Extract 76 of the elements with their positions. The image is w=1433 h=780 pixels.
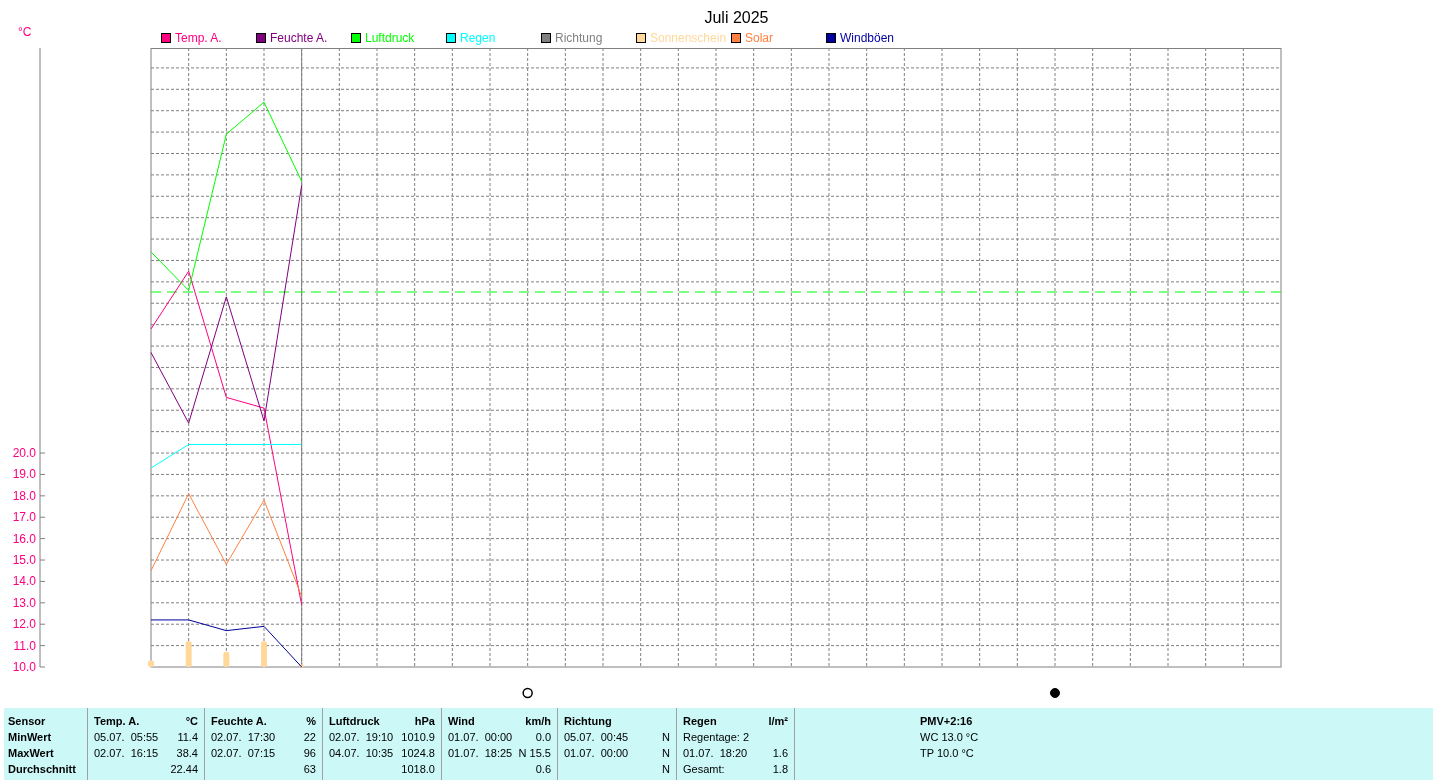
column-header: Wind (448, 714, 475, 729)
new-moon-icon (1050, 688, 1060, 698)
sunshine-bar (185, 641, 192, 667)
y-tick-label: 17.0 (12, 510, 36, 525)
legend-label: Temp. A. (175, 31, 222, 45)
table-cell-text: N (662, 730, 670, 745)
table-cell-text: 38.4 (176, 746, 198, 761)
chart-title: Juli 2025 (704, 8, 769, 28)
legend-label: Luftdruck (365, 31, 415, 45)
table-cell-text: N 15.5 (518, 746, 551, 761)
table-cell-text: 96 (303, 746, 316, 761)
table-cell-text: 01.07. 18:25 (448, 746, 513, 761)
column-header: Luftdruck (329, 714, 380, 729)
y-tick-label: 15.0 (12, 553, 36, 567)
table-cell-text: 1010.9 (401, 730, 435, 745)
y-tick-label: 10.0 (12, 660, 36, 674)
table-cell-text: 01.07. 00:00 (564, 746, 629, 761)
legend-label: Sonnenschein (650, 31, 727, 45)
column-header: Feuchte A. (211, 714, 267, 729)
full-moon-icon (522, 687, 533, 699)
unit-header: km/h (525, 714, 551, 729)
row-label: Durchschnitt (8, 762, 77, 777)
table-cell-text: 11.4 (177, 730, 198, 745)
table-cell-text: 02.07. 19:10 (329, 730, 394, 745)
table-cell-text: 01.07. 18:20 (683, 746, 748, 761)
y-tick-label: 19.0 (12, 467, 36, 482)
table-cell-text: 05.07. 00:45 (564, 730, 629, 745)
legend-label: Regen (460, 31, 496, 45)
note-text: TP 10.0 °C (920, 746, 975, 761)
table-cell-text: 02.07. 16:15 (94, 746, 159, 761)
sunshine-bar (261, 641, 267, 667)
y-tick-label: 20.0 (12, 446, 36, 461)
table-cell-text: 22 (303, 730, 316, 745)
table-cell-text: 22.44 (170, 762, 198, 777)
sunshine-bar (148, 660, 154, 667)
y-tick-label: 14.0 (12, 574, 36, 589)
unit-header: l/m² (768, 714, 788, 729)
note-text: WC 13.0 °C (920, 730, 980, 745)
legend-label: Windböen (840, 31, 895, 45)
unit-header: % (306, 714, 316, 729)
table-cell-text: 05.07. 05:55 (94, 730, 159, 745)
pmv-value: PMV+2:16 (920, 714, 974, 729)
unit-header: °C (185, 714, 198, 729)
table-cell-text: 0.6 (535, 762, 551, 777)
column-header: Temp. A. (94, 714, 140, 729)
y-tick-label: 12.0 (12, 617, 36, 632)
row-label: MaxWert (8, 746, 55, 761)
table-cell-text: 01.07. 00:00 (448, 730, 513, 745)
column-header: Richtung (564, 714, 612, 729)
column-header: Regen (683, 714, 717, 729)
legend-label: Solar (745, 31, 773, 45)
sunshine-bar (298, 664, 305, 667)
table-cell-text: 1.6 (772, 746, 788, 761)
table-cell-text: 1024.8 (401, 746, 435, 761)
y-tick-label: 13.0 (12, 595, 36, 610)
table-cell-text: 02.07. 07:15 (211, 746, 276, 761)
table-cell-text: 63 (303, 762, 316, 777)
sunshine-bar (223, 652, 230, 667)
table-cell-text: N (662, 762, 670, 777)
row-label: MinWert (8, 730, 53, 745)
unit-header: hPa (414, 714, 435, 729)
legend-label: Richtung (555, 31, 603, 45)
table-cell-text: Gesamt: (683, 762, 725, 777)
y-tick-label: 11.0 (13, 638, 36, 653)
table-cell-text: 0.0 (535, 730, 551, 745)
table-cell-text: N (662, 746, 670, 761)
legend-label: Feuchte A. (270, 31, 328, 45)
table-cell-text: 1018.0 (401, 762, 435, 777)
unit-label: °C (18, 26, 33, 38)
row-label: Sensor (8, 714, 47, 729)
table-cell-text: Regentage: 2 (683, 730, 750, 745)
table-cell-text: 04.07. 10:35 (329, 746, 394, 761)
y-tick-label: 18.0 (12, 488, 36, 503)
table-cell-text: 1.8 (772, 762, 788, 777)
table-cell-text: 02.07. 17:30 (211, 730, 276, 745)
y-tick-label: 16.0 (12, 531, 36, 546)
